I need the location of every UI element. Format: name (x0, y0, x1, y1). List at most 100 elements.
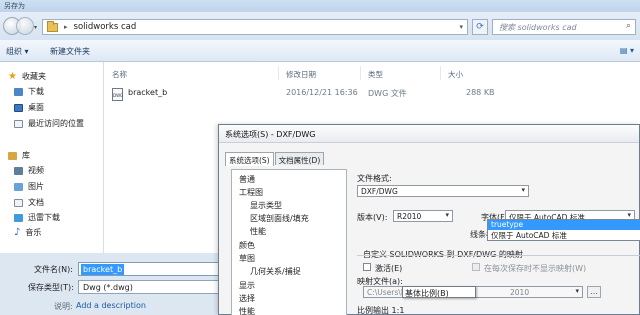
tree-item-selection[interactable]: 选择 (239, 293, 255, 304)
filename-value: bracket_b (81, 264, 125, 275)
search-input[interactable]: 搜索 solidworks cad ⌕ (492, 19, 636, 35)
document-icon (14, 198, 23, 207)
file-size: 288 KB (466, 88, 495, 97)
download-icon (14, 87, 23, 96)
search-placeholder: 搜索 solidworks cad (499, 23, 577, 32)
chevron-right-icon[interactable]: ▸ (64, 23, 68, 31)
address-bar[interactable]: ▸ solidworks cad ▾ (42, 19, 468, 35)
enable-label: 激活(E) (375, 264, 403, 273)
filetype-label: 保存类型(T): (28, 283, 74, 292)
command-bar: 组织 ▾ 新建文件夹 ▤ ▾ (0, 40, 640, 62)
tree-item-performance[interactable]: 性能 (250, 226, 266, 237)
no-map-label: 在每次保存时不显示映射(W) (484, 264, 587, 273)
column-divider[interactable] (360, 66, 361, 80)
nav-label: 迅雷下载 (28, 213, 60, 222)
tab-system-options[interactable]: 系统选项(S) (225, 152, 274, 166)
nav-recent[interactable]: 最近访问的位置 (14, 118, 84, 129)
video-icon (14, 166, 23, 175)
navigation-pane: ★ 收藏夹 下载 桌面 最近访问的位置 库 视频 图片 文档 迅雷下载 ♪ 音乐 (0, 62, 104, 253)
column-divider[interactable] (278, 66, 279, 80)
nav-label: 收藏夹 (21, 72, 46, 81)
file-type: DWG 文件 (368, 89, 407, 98)
tab-document-properties[interactable]: 文档属性(D) (274, 152, 325, 165)
desktop-icon (14, 103, 23, 112)
nav-pictures[interactable]: 图片 (14, 181, 44, 192)
base-scale-tooltip: 基体比例(B) (402, 286, 476, 298)
nav-music[interactable]: ♪ 音乐 (14, 227, 41, 238)
organize-button[interactable]: 组织 ▾ (6, 46, 29, 57)
font-dropdown-list: truetype 仅限于 AutoCAD 标准 (487, 219, 640, 241)
tree-item-sketch[interactable]: 草图 (239, 253, 255, 264)
filetype-value: Dwg (*.dwg) (83, 283, 133, 292)
tree-item-colors[interactable]: 颜色 (239, 240, 255, 251)
address-row: ▾ ▸ solidworks cad ▾ ⟳ 搜索 solidworks cad… (0, 12, 640, 40)
table-row[interactable]: bracket_b 2016/12/21 16:36 DWG 文件 288 KB (104, 84, 640, 102)
file-format-value: DXF/DWG (361, 187, 398, 196)
tree-item-display-style[interactable]: 显示类型 (250, 200, 282, 211)
tree-item-performance-2[interactable]: 性能 (239, 306, 255, 315)
nav-download[interactable]: 下载 (14, 86, 44, 97)
file-modified: 2016/12/21 16:36 (286, 88, 358, 97)
nav-label: 库 (22, 151, 30, 160)
nav-label: 音乐 (25, 228, 42, 237)
dialog-title: 系统选项(S) - DXF/DWG (219, 125, 639, 143)
nav-thunder[interactable]: 迅雷下载 (14, 212, 60, 223)
picture-icon (14, 182, 23, 191)
tree-item-general[interactable]: 普通 (239, 174, 255, 185)
font-option-autocad[interactable]: 仅限于 AutoCAD 标准 (488, 230, 640, 240)
options-tree: 普通 工程图 显示类型 区域剖面线/填充 性能 颜色 草图 几何关系/捕捉 显示… (231, 169, 347, 315)
column-name[interactable]: 名称 (112, 69, 127, 80)
font-option-truetype[interactable]: truetype (488, 220, 640, 230)
column-size[interactable]: 大小 (448, 69, 463, 80)
nav-documents[interactable]: 文档 (14, 197, 44, 208)
nav-desktop[interactable]: 桌面 (14, 102, 44, 113)
forward-button[interactable] (16, 17, 34, 35)
thunder-download-icon (14, 213, 23, 222)
version-label: 版本(V): (357, 213, 388, 222)
history-dropdown-icon[interactable]: ▾ (34, 24, 37, 31)
refresh-button[interactable]: ⟳ (472, 19, 488, 35)
filetype-select[interactable]: Dwg (*.dwg) (78, 280, 228, 294)
column-divider[interactable] (440, 66, 441, 80)
column-type[interactable]: 类型 (368, 69, 383, 80)
no-map-checkbox[interactable] (472, 263, 480, 271)
breadcrumb-folder[interactable]: solidworks cad (74, 22, 137, 32)
filename-input[interactable]: bracket_b (78, 262, 228, 276)
window-title: 另存为 (4, 2, 25, 10)
dwg-file-icon (112, 88, 123, 101)
add-description-link[interactable]: Add a description (76, 301, 146, 310)
nav-label: 下载 (28, 87, 44, 96)
version-value: R2010 (397, 212, 422, 221)
chevron-down-icon: ▾ (575, 287, 579, 295)
search-icon[interactable]: ⌕ (626, 21, 631, 31)
nav-label: 桌面 (28, 103, 44, 112)
new-folder-button[interactable]: 新建文件夹 (50, 46, 90, 57)
music-icon: ♪ (14, 226, 21, 238)
nav-label: 文档 (28, 198, 44, 207)
mapping-groupbox (357, 255, 640, 256)
window-title-bar: 另存为 (0, 0, 640, 12)
nav-videos[interactable]: 视频 (14, 165, 44, 176)
nav-favorites[interactable]: ★ 收藏夹 (8, 71, 46, 82)
nav-libraries[interactable]: 库 (8, 150, 30, 161)
scale-heading: 比例输出 1:1 (357, 306, 405, 315)
address-dropdown-icon[interactable]: ▾ (459, 23, 463, 31)
view-options-icon[interactable]: ▤ ▾ (620, 46, 634, 55)
version-select[interactable]: R2010 ▾ (393, 210, 453, 222)
star-icon: ★ (8, 70, 17, 82)
chevron-down-icon: ▾ (627, 211, 631, 219)
tree-item-hatch-fill[interactable]: 区域剖面线/填充 (250, 213, 309, 224)
nav-label: 视频 (28, 166, 44, 175)
browse-button[interactable]: … (587, 286, 601, 298)
enable-mapping-checkbox[interactable] (363, 263, 371, 271)
column-modified[interactable]: 修改日期 (286, 69, 316, 80)
description-label: 说明: (54, 302, 73, 311)
tree-item-relations-snaps[interactable]: 几何关系/捕捉 (250, 266, 301, 277)
filename-label: 文件名(N): (34, 265, 73, 274)
options-tabs: 系统选项(S) 文档属性(D) (225, 152, 325, 166)
file-format-select[interactable]: DXF/DWG ▾ (357, 185, 529, 197)
folder-icon (47, 20, 58, 32)
tree-item-drawings[interactable]: 工程图 (239, 187, 263, 198)
tree-item-display[interactable]: 显示 (239, 280, 255, 291)
chevron-down-icon: ▾ (521, 186, 525, 194)
